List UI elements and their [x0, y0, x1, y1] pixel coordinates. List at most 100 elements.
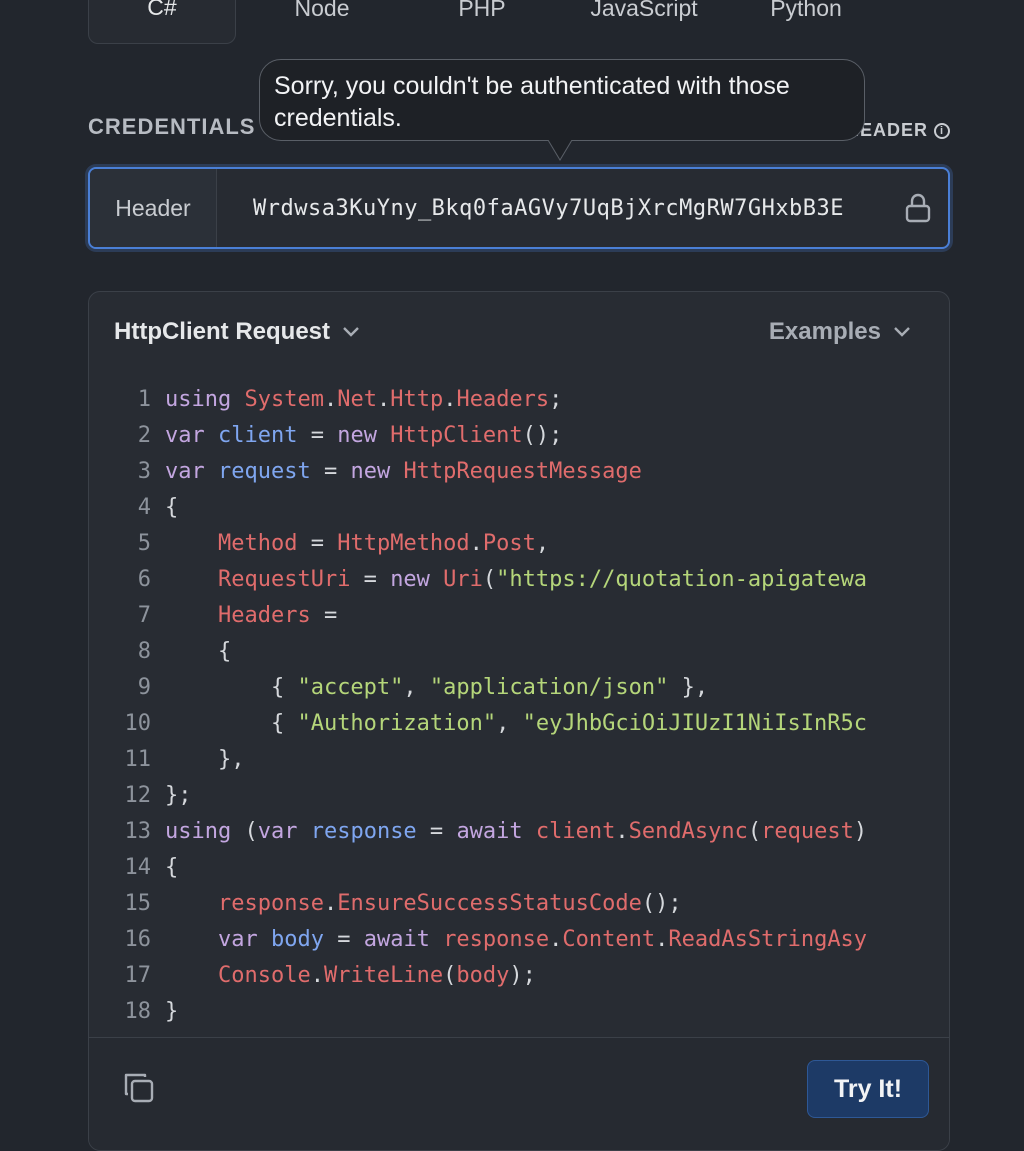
code-token: (	[482, 567, 497, 592]
code-token: Method	[217, 531, 298, 556]
code-token: HttpMethod	[337, 531, 470, 556]
code-token: },	[668, 675, 709, 700]
line-number: 6	[137, 567, 151, 592]
code-text: var client = new HttpClient();	[165, 418, 562, 454]
code-line: 12};	[89, 778, 949, 814]
code-line: 4{	[89, 490, 949, 526]
code-token: client	[217, 423, 298, 448]
code-line: 14 {	[89, 850, 949, 886]
code-token: ReadAsStringAsy	[668, 927, 868, 952]
code-text: };	[165, 778, 192, 814]
code-token: body	[456, 963, 510, 988]
code-token: ();	[641, 891, 682, 916]
request-type-label: HttpClient Request	[114, 318, 330, 345]
line-number: 15	[124, 891, 152, 916]
code-text: {	[165, 850, 178, 886]
try-it-button[interactable]: Try It!	[807, 1060, 929, 1118]
code-token: request	[217, 459, 311, 484]
code-card: HttpClient Request Examples 1 using Syste…	[88, 291, 950, 1151]
code-line: 17 Console.WriteLine(body);	[89, 958, 949, 994]
code-token: )	[853, 819, 868, 844]
code-text: using System.Net.Http.Headers;	[165, 382, 562, 418]
code-token: var	[165, 459, 218, 484]
code-text: {	[165, 490, 178, 526]
code-token: ;	[549, 387, 563, 412]
chevron-down-icon	[894, 327, 910, 337]
code-token: using	[165, 387, 245, 412]
code-token: .	[443, 387, 457, 412]
lock-icon[interactable]	[888, 169, 948, 247]
code-token: response	[217, 891, 324, 916]
copy-icon[interactable]	[121, 1070, 157, 1106]
code-token: {	[165, 675, 298, 700]
examples-label: Examples	[768, 318, 881, 345]
credentials-label: CREDENTIALS	[88, 114, 256, 139]
auth-header-field: Header	[88, 167, 950, 249]
request-type-select[interactable]: HttpClient Request	[114, 318, 360, 346]
code-token: Uri	[443, 567, 483, 592]
code-token: "https://quotation-apigatewa	[496, 567, 868, 592]
code-text: },	[165, 742, 245, 778]
info-icon[interactable]: i	[934, 122, 950, 139]
language-tabs: C# Node PHP JavaScript Python ⌄	[88, 0, 968, 45]
code-token: "application/json"	[429, 675, 669, 700]
code-token: =	[310, 459, 351, 484]
code-line: 16 var body = await response.Content.Rea…	[89, 922, 949, 958]
code-text: var request = new HttpRequestMessage	[165, 454, 642, 490]
tooltip-arrow	[548, 140, 572, 161]
tab-node[interactable]: Node	[248, 0, 396, 44]
code-line: 5 Method = HttpMethod.Post,	[89, 526, 949, 562]
code-token: =	[416, 819, 457, 844]
line-number: 14	[124, 855, 152, 880]
auth-token-input[interactable]	[217, 169, 888, 247]
tab-csharp[interactable]: C#	[88, 0, 236, 44]
code-token: }	[165, 999, 179, 1024]
auth-error-tooltip: Sorry, you couldn't be authenticated wit…	[259, 59, 865, 141]
line-number: 13	[124, 819, 152, 844]
code-token: "accept"	[297, 675, 404, 700]
line-number: 4	[137, 495, 151, 520]
code-token: Console	[217, 963, 311, 988]
code-text: Console.WriteLine(body);	[165, 958, 536, 994]
code-line: 9 { "accept", "application/json" },	[89, 670, 949, 706]
code-token: body	[270, 927, 324, 952]
tab-javascript[interactable]: JavaScript	[570, 0, 718, 44]
tab-php[interactable]: PHP	[408, 0, 556, 44]
code-token: .	[655, 927, 669, 952]
code-token: response	[310, 819, 417, 844]
code-token: .	[469, 531, 483, 556]
code-token: (	[747, 819, 762, 844]
code-text: { "accept", "application/json" },	[165, 670, 708, 706]
code-token: .	[323, 891, 338, 916]
code-token: new	[337, 423, 391, 448]
code-token: SendAsync	[628, 819, 748, 844]
code-text: using (var response = await client.SendA…	[165, 814, 867, 850]
code-token: client	[535, 819, 616, 844]
code-line: 1 using System.Net.Http.Headers;	[89, 382, 949, 418]
code-line: 11 },	[89, 742, 949, 778]
code-token: System	[244, 387, 324, 412]
code-token: ,	[535, 531, 550, 556]
code-text: }	[165, 994, 178, 1030]
code-token: "eyJhbGciOiJIUzI1NiIsInR5c	[522, 711, 868, 736]
examples-select[interactable]: Examples	[769, 318, 911, 346]
line-number: 1	[137, 387, 151, 412]
code-token: Content	[562, 927, 656, 952]
code-token: {	[165, 711, 298, 736]
tab-python[interactable]: Python	[732, 0, 880, 44]
code-token: Headers	[456, 387, 550, 412]
line-number: 5	[137, 531, 151, 556]
code-token: new	[390, 567, 444, 592]
code-token: .	[549, 927, 563, 952]
code-token: "Authorization"	[297, 711, 497, 736]
code-text: Method = HttpMethod.Post,	[165, 526, 549, 562]
code-token: response	[443, 927, 550, 952]
code-text: RequestUri = new Uri("https://quotation-…	[165, 562, 867, 598]
code-line: 3 var request = new HttpRequestMessage	[89, 454, 949, 490]
code-token: new	[350, 459, 404, 484]
code-token: EnsureSuccessStatusCode	[337, 891, 642, 916]
code-text: var body = await response.Content.ReadAs…	[165, 922, 867, 958]
code-token: request	[761, 819, 854, 844]
code-text: { "Authorization", "eyJhbGciOiJIUzI1NiIs…	[165, 706, 867, 742]
